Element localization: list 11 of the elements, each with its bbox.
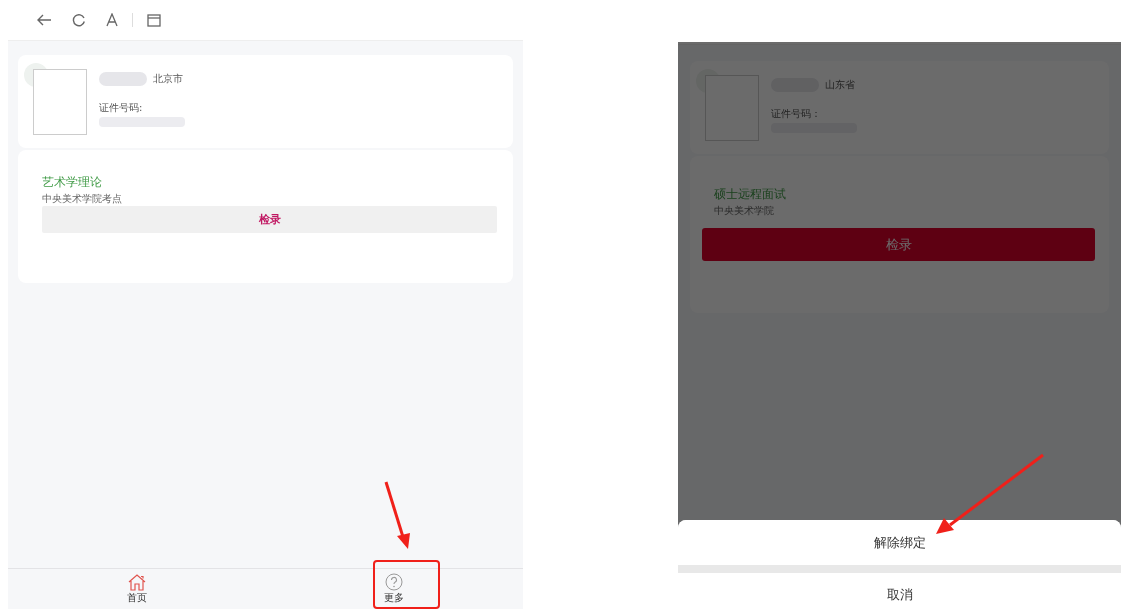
exam-title: 硕士远程面试	[714, 186, 786, 203]
tab-item[interactable]: 首页	[8, 569, 266, 609]
tab-item[interactable]: 更多	[265, 569, 523, 609]
region-text: 山东省	[825, 78, 855, 92]
region-text: 北京市	[153, 72, 183, 86]
exam-title: 艺术学理论	[42, 174, 102, 191]
cancel-button[interactable]: 取消	[678, 573, 1121, 616]
exam-location: 中央美术学院考点	[42, 192, 122, 206]
id-number-label: 证件号码：	[771, 107, 822, 121]
id-number-label: 证件号码:	[99, 101, 144, 115]
unbind-button[interactable]: 解除绑定	[678, 520, 1121, 565]
